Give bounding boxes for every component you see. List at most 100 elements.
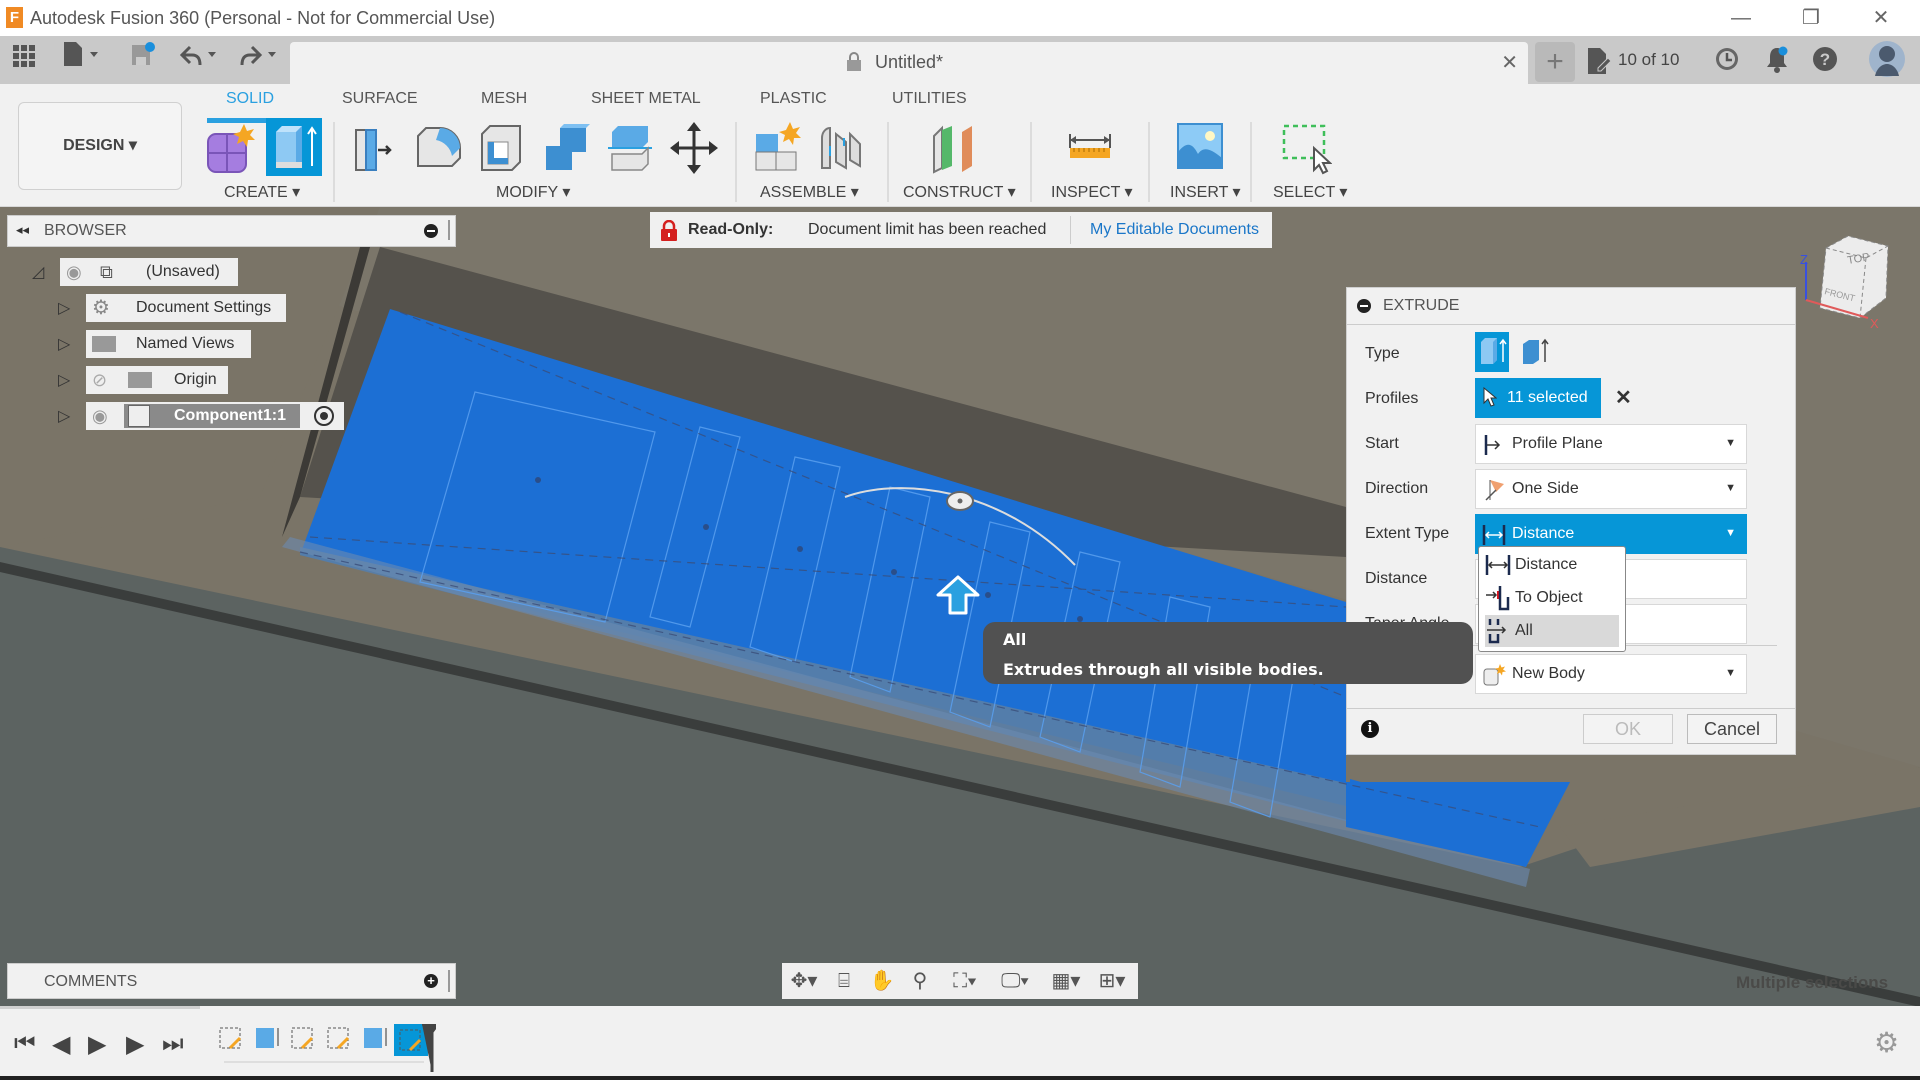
tab-surface[interactable]: SURFACE [342,90,418,108]
menu-item-distance[interactable]: Distance [1485,549,1619,581]
grid-settings-icon[interactable]: ▦▾ [1044,967,1088,995]
document-count[interactable]: 10 of 10 [1618,50,1679,70]
grid-icon[interactable] [8,36,40,84]
browser-item-component1[interactable]: ◉ Component1:1 [86,402,344,430]
visibility-eye-icon[interactable]: ◉ [66,258,82,286]
browser-item-document-settings[interactable]: ⚙ Document Settings [86,294,286,322]
insert-menu[interactable]: INSERT ▾ [1170,182,1241,202]
create-menu[interactable]: CREATE ▾ [224,182,300,202]
type-solid-button[interactable] [1475,332,1509,372]
modify-menu[interactable]: MODIFY ▾ [496,182,570,202]
new-tab-button[interactable]: + [1535,42,1575,82]
look-at-icon[interactable]: ⌸ [826,967,862,995]
tab-utilities[interactable]: UTILITIES [892,90,967,108]
step-back-icon[interactable]: ◀ [52,1030,70,1059]
profiles-label: Profiles [1365,390,1419,407]
expand-arrow-icon[interactable]: ▷ [58,298,70,318]
assemble-menu[interactable]: ASSEMBLE ▾ [760,182,859,202]
operation-dropdown[interactable]: New Body ▼ [1475,654,1747,694]
avatar[interactable] [1868,40,1906,83]
zoom-icon[interactable]: ⚲ [902,967,938,995]
measure-icon[interactable] [1064,120,1116,176]
info-icon[interactable]: i [1361,720,1379,738]
tab-solid[interactable]: SOLID [226,90,274,108]
type-thin-button[interactable] [1517,332,1551,372]
display-settings-icon[interactable]: 🖵▾ [992,967,1038,995]
workspace-switcher[interactable]: DESIGN ▾ [18,102,182,190]
browser-item-origin[interactable]: ⊘ Origin [86,366,228,394]
viewports-icon[interactable]: ⊞▾ [1090,967,1134,995]
fit-zoom-icon[interactable]: ⛶▾ [942,967,988,995]
menu-item-to-object[interactable]: To Object [1485,582,1619,614]
go-to-end-icon[interactable]: ⏭ [162,1030,184,1058]
expand-arrow-icon[interactable]: ▷ [58,334,70,354]
divider [887,122,889,202]
document-tab[interactable]: Untitled* ✕ [290,42,1528,84]
viewcube[interactable]: TOP FRONT Z X [1796,234,1906,334]
select-window-icon[interactable] [1280,120,1333,176]
add-comment-icon[interactable]: + [424,974,438,988]
timeline-features [216,1022,441,1079]
timeline-settings-gear-icon[interactable]: ⚙ [1874,1026,1899,1059]
start-dropdown[interactable]: Profile Plane ▼ [1475,424,1747,464]
my-editable-documents-link[interactable]: My Editable Documents [1090,221,1259,239]
shell-icon[interactable] [476,120,528,176]
menu-item-all[interactable]: All [1485,615,1619,647]
ok-button[interactable]: OK [1583,714,1673,744]
offset-plane-icon[interactable] [928,120,980,176]
new-component-icon[interactable] [204,120,256,176]
move-copy-icon[interactable] [668,120,720,176]
cancel-button[interactable]: Cancel [1687,714,1777,744]
close-window-button[interactable]: ✕ [1858,4,1904,32]
joint-icon[interactable] [816,120,868,176]
minimize-button[interactable]: — [1718,4,1764,32]
extrude-icon[interactable] [266,118,322,176]
visibility-eye-icon[interactable]: ◉ [92,402,108,430]
insert-image-icon[interactable] [1174,120,1226,176]
split-face-icon[interactable] [604,120,656,176]
comments-pin-handle[interactable] [448,970,450,992]
browser-pin-handle[interactable] [448,220,450,240]
profiles-selection[interactable]: 11 selected [1475,378,1601,418]
maximize-button[interactable]: ❐ [1788,4,1834,32]
undo-button[interactable] [175,36,221,84]
hidden-eye-icon[interactable]: ⊘ [92,366,107,394]
expand-arrow-icon[interactable]: ▷ [58,370,70,390]
file-menu-button[interactable] [60,36,104,84]
browser-item-named-views[interactable]: Named Views [86,330,251,358]
step-forward-icon[interactable]: ▶ [126,1030,144,1059]
activate-component-icon[interactable] [314,406,334,426]
pan-hand-icon[interactable]: ✋ [864,967,900,995]
combine-icon[interactable] [540,120,592,176]
fillet-icon[interactable] [412,120,464,176]
construct-menu[interactable]: CONSTRUCT ▾ [903,182,1016,202]
close-tab-icon[interactable]: ✕ [1501,50,1518,75]
collapse-root-icon[interactable]: ◿ [32,262,44,282]
play-icon[interactable]: ▶ [88,1030,106,1059]
orbit-icon[interactable]: ✥▾ [786,967,822,995]
collapse-browser-icon[interactable]: ◂◂ [16,222,29,238]
comments-panel: COMMENTS + [7,963,456,999]
redo-button[interactable] [235,36,281,84]
expand-arrow-icon[interactable]: ▷ [58,406,70,426]
tab-mesh[interactable]: MESH [481,90,527,108]
timeline-progress [0,1006,200,1009]
tab-sheet-metal[interactable]: SHEET METAL [591,90,701,108]
collapse-dialog-icon[interactable] [1357,299,1371,313]
save-icon[interactable] [128,36,158,84]
browser-options-icon[interactable] [424,224,438,238]
go-to-start-icon[interactable]: ⏮ [14,1030,36,1058]
direction-dropdown[interactable]: One Side ▼ [1475,469,1747,509]
press-pull-icon[interactable] [348,120,400,176]
dialog-header[interactable]: EXTRUDE [1347,288,1795,325]
browser-item-root[interactable]: ◉ ⧉ (Unsaved) [60,258,238,286]
help-icon[interactable]: ? [1812,46,1838,77]
clear-selection-icon[interactable]: ✕ [1615,385,1632,410]
select-menu[interactable]: SELECT ▾ [1273,182,1347,202]
tab-plastic[interactable]: PLASTIC [760,90,827,108]
sketch-feature-icon [291,1027,314,1050]
job-status-icon[interactable] [1714,46,1740,77]
inspect-menu[interactable]: INSPECT ▾ [1051,182,1133,202]
notifications-icon[interactable] [1764,46,1790,79]
new-component-assemble-icon[interactable] [752,120,804,176]
